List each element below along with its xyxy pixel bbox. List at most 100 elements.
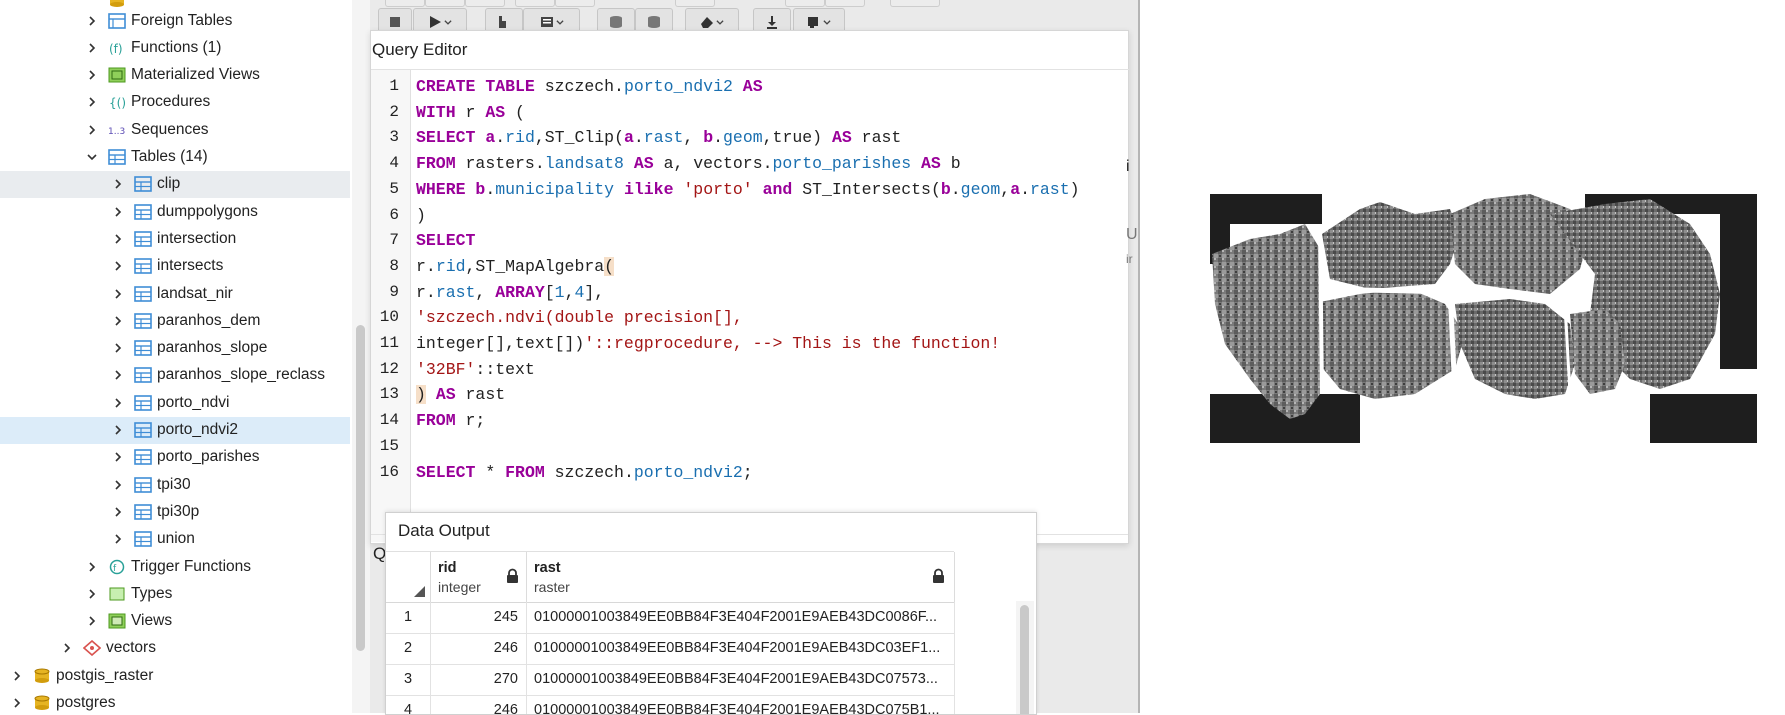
table-row[interactable]: 1 245 01000001003849EE0BB84F3E404F2001E9AE… [386,602,955,634]
toolbar-top-button[interactable] [465,0,505,7]
chevron-right-icon[interactable] [87,70,97,80]
chevron-down-icon[interactable] [87,152,97,162]
chevron-right-icon[interactable] [113,370,123,380]
chevron-right-icon[interactable] [113,534,123,544]
tree-item-intersection[interactable]: intersection [0,225,350,252]
code-line[interactable]: '32BF'::text [416,360,535,379]
tree-item-vectors[interactable]: vectors [0,635,350,662]
chevron-right-icon[interactable] [87,97,97,107]
tree-item-landsat-nir[interactable]: landsat_nir [0,280,350,307]
chevron-right-icon[interactable] [113,234,123,244]
tree-item-sequences[interactable]: 1..3 Sequences [0,116,350,143]
tree-item-tpi30p[interactable]: tpi30p [0,498,350,525]
code-line[interactable]: SELECT a.rid,ST_Clip(a.rast, b.geom,true… [416,128,901,147]
tree-item-paranhos-slope[interactable]: paranhos_slope [0,335,350,362]
code-line[interactable]: SELECT * FROM szczech.porto_ndvi2; [416,463,753,482]
table-row[interactable]: 4 246 01000001003849EE0BB84F3E404F2001E9AE… [386,695,955,714]
code-line[interactable]: integer[],text[])'::regprocedure, --> Th… [416,334,1000,353]
code-line[interactable]: ) [416,206,426,225]
select-all-cell[interactable] [386,552,431,602]
table-row[interactable]: 2 246 01000001003849EE0BB84F3E404F2001E9AE… [386,633,955,665]
line-number: 10 [379,308,399,327]
code-line[interactable]: WHERE b.municipality ilike 'porto' and S… [416,180,1080,199]
tree-item-label: intersects [157,257,224,275]
toolbar-top-button[interactable] [385,0,425,7]
code-line[interactable]: ) AS rast [416,385,505,405]
row-number[interactable]: 3 [386,664,431,695]
tree-item-trigger-functions[interactable]: f Trigger Functions [0,553,350,580]
code-line[interactable]: WITH r AS ( [416,103,525,122]
chevron-right-icon[interactable] [113,261,123,271]
chevron-right-icon[interactable] [113,179,123,189]
chevron-right-icon[interactable] [87,589,97,599]
tree-item-functions-1[interactable]: (f) Functions (1) [0,34,350,61]
rast-cell[interactable]: 01000001003849EE0BB84F3E404F2001E9AEB43D… [526,664,955,695]
toolbar-top-button[interactable] [890,0,940,7]
chevron-right-icon[interactable] [113,343,123,353]
code-line[interactable]: FROM rasters.landsat8 AS a, vectors.port… [416,154,961,173]
chevron-right-icon[interactable] [113,425,123,435]
row-number[interactable]: 2 [386,633,431,664]
tree-item-union[interactable]: union [0,526,350,553]
chevron-right-icon[interactable] [62,643,72,653]
tree-item-porto-parishes[interactable]: porto_parishes [0,444,350,471]
chevron-right-icon[interactable] [87,561,97,572]
tree-scrollbar-thumb[interactable] [356,325,365,651]
chevron-right-icon[interactable] [113,398,123,408]
code-line[interactable]: CREATE TABLE szczech.porto_ndvi2 AS [416,77,763,96]
code-line[interactable]: 'szczech.ndvi(double precision[], [416,308,743,327]
chevron-right-icon[interactable] [12,671,22,681]
rast-cell[interactable]: 01000001003849EE0BB84F3E404F2001E9AEB43D… [526,633,955,664]
toolbar-top-button[interactable] [425,0,465,7]
chevron-right-icon[interactable] [87,125,97,135]
code-line[interactable]: r.rast, ARRAY[1,4], [416,283,604,302]
chevron-right-icon[interactable] [113,452,123,462]
tree-item-tpi30[interactable]: tpi30 [0,471,350,498]
tree-item-dumppolygons[interactable]: dumppolygons [0,198,350,225]
chevron-right-icon[interactable] [113,288,123,299]
table-row[interactable]: 3 270 01000001003849EE0BB84F3E404F2001E9AE… [386,664,955,696]
chevron-right-icon[interactable] [87,616,97,626]
tree-item-tables-14[interactable]: Tables (14) [0,144,350,171]
rast-cell[interactable]: 01000001003849EE0BB84F3E404F2001E9AEB43D… [526,695,955,714]
chevron-right-icon[interactable] [87,15,97,26]
row-number[interactable]: 4 [386,695,431,714]
rid-cell[interactable]: 246 [430,633,527,664]
tree-item-postgis-raster[interactable]: postgis_raster [0,662,350,689]
tree-item-types[interactable]: Types [0,580,350,607]
toolbar-top-button[interactable] [785,0,825,7]
toolbar-top-button[interactable] [675,0,715,7]
row-number[interactable]: 1 [386,602,431,633]
tree-item-porto-ndvi[interactable]: porto_ndvi [0,389,350,416]
tree-item-paranhos-slope-reclass[interactable]: paranhos_slope_reclass [0,362,350,389]
chevron-right-icon[interactable] [87,43,97,53]
chevron-right-icon[interactable] [113,480,123,490]
tree-item-procedures[interactable]: {()} Procedures [0,89,350,116]
tree-item-postgres[interactable]: postgres [0,690,350,714]
code-line[interactable]: FROM r; [416,411,485,430]
column-header-rast[interactable]: rast raster [526,552,955,602]
toolbar-top-button[interactable] [825,0,865,7]
tree-item-porto-ndvi2[interactable]: porto_ndvi2 [0,416,350,444]
tree-item-clip[interactable]: clip [0,170,350,198]
column-header-rid[interactable]: rid integer [430,552,527,602]
chevron-right-icon[interactable] [113,316,123,326]
toolbar-top-button[interactable] [515,0,555,7]
tree-item-materialized-views[interactable]: Materialized Views [0,62,350,89]
toolbar-top-button[interactable] [555,0,595,7]
rid-cell[interactable]: 245 [430,602,527,633]
rid-cell[interactable]: 270 [430,664,527,695]
chevron-right-icon[interactable] [113,207,123,217]
rast-cell[interactable]: 01000001003849EE0BB84F3E404F2001E9AEB43D… [526,602,955,633]
chevron-right-icon[interactable] [12,698,22,708]
tree-item-views[interactable]: Views [0,608,350,635]
result-scrollbar-thumb[interactable] [1020,605,1029,714]
tree-item-foreign-tables[interactable]: Foreign Tables [0,7,350,34]
hidden-panel-text: ir [1126,252,1133,266]
code-line[interactable]: r.rid,ST_MapAlgebra( [416,256,615,276]
code-line[interactable]: SELECT [416,231,475,250]
tree-item-intersects[interactable]: intersects [0,253,350,280]
chevron-right-icon[interactable] [113,507,123,517]
rid-cell[interactable]: 246 [430,695,527,714]
tree-item-paranhos-dem[interactable]: paranhos_dem [0,307,350,334]
